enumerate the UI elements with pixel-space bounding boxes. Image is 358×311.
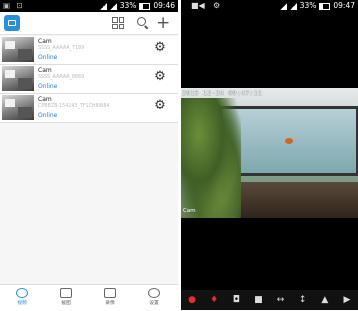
wifi-icon — [99, 2, 107, 10]
signal-icon — [109, 2, 117, 10]
camera-name: Cam — [38, 67, 52, 74]
image-icon — [60, 288, 72, 298]
playback-control-bar: ● ♦ ◘ ■ ↔ ↕ ▲ ▶ — [181, 290, 358, 310]
vertical-flip-icon[interactable]: ↕ — [296, 294, 310, 306]
gear-icon[interactable]: ⚙ — [154, 70, 166, 83]
camera-list-item[interactable]: Cam CPBBZB-154243_TF1CH8W84 Online ⚙ — [0, 94, 178, 123]
settings-icon[interactable]: ⚙ — [213, 0, 220, 12]
plant-image — [181, 98, 241, 218]
camera-thumbnail — [2, 66, 34, 91]
mirror-icon[interactable]: ▲ — [318, 294, 332, 306]
status-notification-icons: ▣ ⊡ — [3, 1, 25, 10]
camera-status: Online — [38, 54, 58, 61]
live-view-screen: ■◀ ⚙ 33% 09:47 2015 12-24 09:47:11 Cam ●… — [181, 0, 358, 310]
tab-label: 录像 — [105, 301, 115, 306]
tab-settings[interactable]: 设置 — [132, 287, 176, 309]
video-camera-icon — [104, 288, 116, 298]
live-video-feed[interactable]: 2015 12-24 09:47:11 Cam — [181, 88, 358, 218]
video-timestamp: 2015 12-24 09:47:11 — [182, 89, 263, 97]
camera-logo-icon — [4, 15, 20, 31]
camera-status: Online — [38, 83, 58, 90]
snapshot-icon[interactable]: ◘ — [229, 294, 243, 306]
video-tab-icon — [16, 288, 28, 298]
camera-id: CPBBZB-154243_TF1CH8W84 — [38, 104, 110, 109]
mic-icon[interactable]: ♦ — [207, 294, 221, 306]
fish-image — [285, 138, 293, 144]
gear-icon[interactable]: ⚙ — [154, 99, 166, 112]
add-camera-button[interactable]: + — [156, 13, 170, 33]
app-header: + — [0, 12, 178, 35]
camera-name: Cam — [38, 96, 52, 103]
tab-label: 截图 — [61, 301, 71, 306]
tab-label: 设置 — [149, 301, 159, 306]
clock: 09:47 — [333, 1, 355, 10]
camera-status: Online — [38, 112, 58, 119]
tab-snapshots[interactable]: 截图 — [44, 287, 88, 309]
record-dot-icon[interactable]: ● — [185, 294, 199, 306]
battery-icon — [139, 2, 151, 10]
status-bar: ■◀ ⚙ 33% 09:47 — [181, 0, 358, 12]
camera-thumbnail — [2, 37, 34, 62]
tab-video[interactable]: 视频 — [0, 287, 44, 309]
settings-tab-icon — [148, 288, 160, 298]
tab-label: 视频 — [17, 301, 27, 306]
battery-percent: 33% — [299, 1, 317, 10]
status-bar: ▣ ⊡ 33% 09:46 — [0, 0, 178, 12]
camera-name: Cam — [38, 38, 52, 45]
grid-icon[interactable] — [112, 17, 124, 29]
camera-id: SSSS_AAAAA_7189 — [38, 46, 85, 51]
wifi-icon — [279, 2, 287, 10]
tab-recordings[interactable]: 录像 — [88, 287, 132, 309]
camera-thumbnail — [2, 95, 34, 120]
clock: 09:46 — [153, 1, 175, 10]
camera-list-item[interactable]: Cam SSSS_AAAAA_8669 Online ⚙ — [0, 65, 178, 94]
battery-percent: 33% — [119, 1, 137, 10]
play-icon[interactable]: ▶ — [340, 294, 354, 306]
status-right: 33% 09:46 — [99, 0, 175, 12]
bottom-navigation: 视频 截图 录像 设置 — [0, 284, 178, 311]
search-icon[interactable] — [137, 17, 146, 26]
battery-icon — [319, 2, 331, 10]
signal-icon — [289, 2, 297, 10]
horizontal-flip-icon[interactable]: ↔ — [274, 294, 288, 306]
video-icon[interactable]: ■ — [251, 294, 265, 306]
camera-list-item[interactable]: Cam SSSS_AAAAA_7189 Online ⚙ — [0, 36, 178, 65]
record-icon[interactable]: ■◀ — [191, 0, 205, 12]
camera-list-screen: ▣ ⊡ 33% 09:46 + Cam SSSS_AAAAA_7189 Onli… — [0, 0, 178, 311]
video-camera-label: Cam — [183, 208, 196, 214]
camera-id: SSSS_AAAAA_8669 — [38, 75, 85, 80]
status-right: 33% 09:47 — [279, 0, 355, 12]
gear-icon[interactable]: ⚙ — [154, 41, 166, 54]
